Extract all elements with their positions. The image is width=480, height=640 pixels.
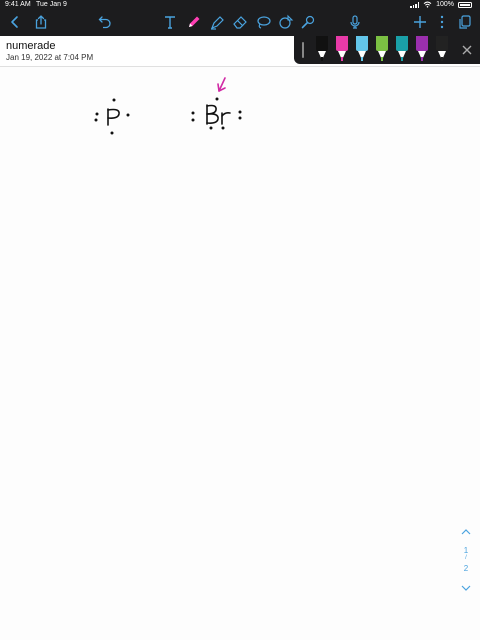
elements-tool-icon[interactable] [298,12,318,32]
pen-nib [361,57,363,61]
palette-pen[interactable] [376,36,388,64]
status-right: 100% [410,1,472,8]
pointer-arrow [217,77,226,92]
note-canvas[interactable] [0,67,480,640]
pen-body [356,36,368,51]
palette-pen[interactable] [356,36,368,64]
wifi-icon [423,1,432,8]
page-indicator: 1 / 2 [456,524,476,596]
pen-palette [294,36,480,64]
pen-nib [381,57,383,61]
share-icon[interactable] [31,12,51,32]
pen-nib [441,57,443,61]
page-separator: / [465,555,467,561]
more-icon[interactable] [432,12,452,32]
pages-icon[interactable] [455,12,475,32]
top-bar: 9:41 AM Tue Jan 9 100% [0,0,480,36]
microphone-icon[interactable] [345,12,365,32]
add-icon[interactable] [410,12,430,32]
pen-body [316,36,328,51]
battery-icon [458,1,472,8]
close-icon[interactable] [460,43,474,57]
phosphorus-symbol [107,108,120,126]
pen-nib [401,57,403,61]
shapes-tool-icon[interactable] [276,12,296,32]
page-down-icon[interactable] [460,584,472,592]
bromine-electron-dots [191,97,242,130]
palette-pen[interactable] [436,36,448,64]
pen-tool-icon[interactable] [184,12,204,32]
pen-body [416,36,428,51]
pen-body [396,36,408,51]
cellular-icon [410,1,420,8]
total-pages: 2 [463,564,469,573]
pen-body [336,36,348,51]
palette-pen[interactable] [336,36,348,64]
back-chevron-icon[interactable] [5,12,25,32]
battery-percent: 100% [436,1,454,8]
palette-pen[interactable] [416,36,428,64]
undo-icon[interactable] [95,12,115,32]
pen-nib [421,57,423,61]
current-page: 1 [463,546,469,555]
palette-handle[interactable] [302,42,304,58]
palette-pen[interactable] [396,36,408,64]
handwriting [94,77,242,135]
note-date: Jan 19, 2022 at 7:04 PM [6,53,94,62]
palette-pen[interactable] [316,36,328,64]
lasso-tool-icon[interactable] [253,12,273,32]
pen-nib [321,57,323,61]
highlighter-tool-icon[interactable] [207,12,227,32]
eraser-tool-icon[interactable] [230,12,250,32]
phosphorus-electron-dots [94,98,130,135]
pen-body [436,36,448,51]
pen-nib [341,57,343,61]
note-title[interactable]: numerade [6,40,56,52]
status-time: 9:41 AM [5,1,31,8]
text-tool-icon[interactable] [160,12,180,32]
pen-body [376,36,388,51]
page-up-icon[interactable] [460,528,472,536]
bromine-symbol [206,104,231,125]
status-date: Tue Jan 9 [36,1,67,8]
status-bar: 9:41 AM Tue Jan 9 100% [0,0,480,10]
